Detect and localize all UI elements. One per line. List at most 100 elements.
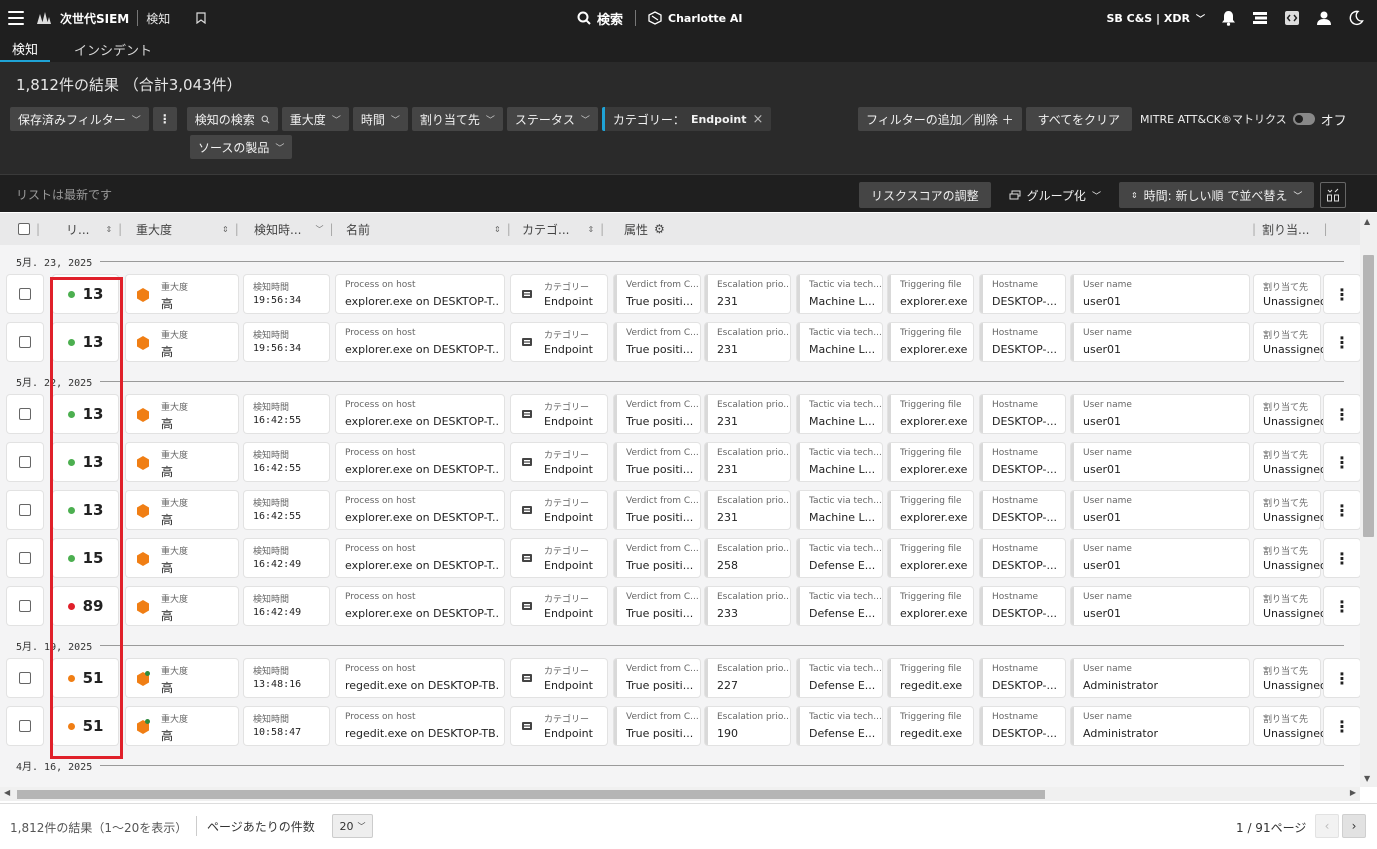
risk-score-cell[interactable]: 15 [53, 539, 118, 577]
category-cell[interactable]: カテゴリー Endpoint [511, 587, 607, 625]
row-actions-button[interactable]: ⋮ [1324, 707, 1360, 745]
tab-detections[interactable]: 検知 [0, 36, 51, 62]
table-row[interactable]: 13 重大度高 検知時間 16:42:55 Process on host explore… [0, 489, 1360, 533]
risk-score-cell[interactable]: 13 [53, 443, 118, 481]
attribute-cell-hostname[interactable]: Hostname DESKTOP-... [980, 587, 1065, 625]
scroll-thumb[interactable] [17, 790, 1045, 799]
row-checkbox[interactable] [19, 408, 31, 420]
attribute-cell-tactic[interactable]: Tactic via tech... Machine L... [797, 275, 882, 313]
scroll-down-icon[interactable]: ▼ [1364, 774, 1370, 783]
attribute-cell-escalation[interactable]: Escalation prio... 231 [705, 443, 790, 481]
assignee-cell[interactable]: 割り当て先 Unassigned [1254, 587, 1327, 625]
attribute-cell-escalation[interactable]: Escalation prio... 231 [705, 491, 790, 529]
risk-score-cell[interactable]: 13 [53, 395, 118, 433]
app-title[interactable]: 次世代SIEM [60, 10, 129, 27]
filter-assignee[interactable]: 割り当て先 ﹀ [411, 107, 503, 131]
attribute-cell-verdict[interactable]: Verdict from C... True positi... [614, 395, 700, 433]
category-cell[interactable]: カテゴリー Endpoint [511, 443, 607, 481]
assignee-cell[interactable]: 割り当て先 Unassigned [1254, 275, 1327, 313]
mitre-toggle[interactable] [1292, 113, 1315, 125]
detect-time-cell[interactable]: 検知時間 16:42:49 [244, 587, 329, 625]
attribute-cell-triggering[interactable]: Triggering file explorer.exe [888, 539, 973, 577]
filter-detection-search[interactable]: 検知の検索 [186, 107, 278, 131]
column-header-detect-time[interactable]: 検知時... ﹀ | [254, 213, 334, 245]
column-header-assignee[interactable]: | 割り当... | [1252, 213, 1328, 245]
attribute-cell-tactic[interactable]: Tactic via tech... Machine L... [797, 491, 882, 529]
severity-cell[interactable]: 重大度高 [126, 659, 238, 697]
row-select[interactable] [7, 443, 43, 481]
attribute-cell-escalation[interactable]: Escalation prio... 227 [705, 659, 790, 697]
table-row[interactable]: 89 重大度高 検知時間 16:42:49 Process on host explore… [0, 585, 1360, 629]
risk-score-cell[interactable]: 13 [53, 323, 118, 361]
row-checkbox[interactable] [19, 552, 31, 564]
row-checkbox[interactable] [19, 672, 31, 684]
horizontal-scrollbar[interactable]: ◀ ▶ [0, 787, 1360, 801]
row-actions-button[interactable]: ⋮ [1324, 443, 1360, 481]
assignee-cell[interactable]: 割り当て先 Unassigned [1254, 539, 1327, 577]
table-row[interactable]: 51 重大度高 検知時間 10:58:47 Process on host regedit… [0, 705, 1360, 749]
attribute-cell-escalation[interactable]: Escalation prio... 231 [705, 275, 790, 313]
attribute-cell-username[interactable]: User name Administrator [1071, 707, 1249, 745]
column-header-name[interactable]: 名前 ⇕ | [346, 213, 511, 245]
row-actions-button[interactable]: ⋮ [1324, 323, 1360, 361]
scroll-up-icon[interactable]: ▲ [1364, 217, 1370, 226]
filter-source-product[interactable]: ソースの製品 ﹀ [190, 135, 293, 159]
row-checkbox[interactable] [19, 456, 31, 468]
category-cell[interactable]: カテゴリー Endpoint [511, 707, 607, 745]
previous-page-button[interactable]: ‹ [1315, 814, 1339, 838]
table-row[interactable]: 13 重大度高 検知時間 16:42:55 Process on host explore… [0, 441, 1360, 485]
attribute-cell-tactic[interactable]: Tactic via tech... Defense E... [797, 539, 882, 577]
severity-cell[interactable]: 重大度高 [126, 443, 238, 481]
attribute-cell-hostname[interactable]: Hostname DESKTOP-... [980, 707, 1065, 745]
attribute-cell-triggering[interactable]: Triggering file explorer.exe [888, 275, 973, 313]
attribute-cell-username[interactable]: User name user01 [1071, 443, 1249, 481]
category-cell[interactable]: カテゴリー Endpoint [511, 659, 607, 697]
attribute-cell-hostname[interactable]: Hostname DESKTOP-... [980, 539, 1065, 577]
category-cell[interactable]: カテゴリー Endpoint [511, 323, 607, 361]
attribute-cell-tactic[interactable]: Tactic via tech... Defense E... [797, 659, 882, 697]
attribute-cell-tactic[interactable]: Tactic via tech... Machine L... [797, 395, 882, 433]
scroll-thumb[interactable] [1363, 255, 1374, 537]
filter-category-chip[interactable]: カテゴリー： Endpoint × [601, 107, 772, 131]
category-cell[interactable]: カテゴリー Endpoint [511, 539, 607, 577]
attribute-cell-verdict[interactable]: Verdict from C... True positi... [614, 323, 700, 361]
name-cell[interactable]: Process on host explorer.exe on DESKTOP-T… [336, 539, 504, 577]
attribute-cell-hostname[interactable]: Hostname DESKTOP-... [980, 491, 1065, 529]
detect-time-cell[interactable]: 検知時間 13:48:16 [244, 659, 329, 697]
attribute-cell-username[interactable]: User name user01 [1071, 491, 1249, 529]
detect-time-cell[interactable]: 検知時間 19:56:34 [244, 323, 329, 361]
close-icon[interactable]: × [752, 112, 763, 127]
gear-icon[interactable]: ⚙ [654, 222, 665, 236]
assignee-cell[interactable]: 割り当て先 Unassigned [1254, 443, 1327, 481]
attribute-cell-hostname[interactable]: Hostname DESKTOP-... [980, 323, 1065, 361]
risk-score-cell[interactable]: 51 [53, 707, 118, 745]
add-remove-filter-button[interactable]: フィルターの追加／削除 ＋ [858, 107, 1022, 131]
row-select[interactable] [7, 275, 43, 313]
detect-time-cell[interactable]: 検知時間 16:42:55 [244, 491, 329, 529]
bookmark-icon[interactable] [196, 12, 206, 24]
column-layout-button[interactable] [1320, 182, 1347, 208]
severity-cell[interactable]: 重大度高 [126, 323, 238, 361]
attribute-cell-tactic[interactable]: Tactic via tech... Defense E... [797, 707, 882, 745]
attribute-cell-verdict[interactable]: Verdict from C... True positi... [614, 491, 700, 529]
attribute-cell-username[interactable]: User name user01 [1071, 323, 1249, 361]
next-page-button[interactable]: › [1342, 814, 1366, 838]
attribute-cell-hostname[interactable]: Hostname DESKTOP-... [980, 659, 1065, 697]
row-checkbox[interactable] [19, 504, 31, 516]
table-row[interactable]: 51 重大度高 検知時間 13:48:16 Process on host regedit… [0, 657, 1360, 701]
attribute-cell-verdict[interactable]: Verdict from C... True positi... [614, 659, 700, 697]
row-select[interactable] [7, 539, 43, 577]
table-row[interactable]: 13 重大度高 検知時間 16:42:55 Process on host explore… [0, 393, 1360, 437]
attribute-cell-escalation[interactable]: Escalation prio... 190 [705, 707, 790, 745]
select-all[interactable]: | [18, 213, 40, 245]
attribute-cell-triggering[interactable]: Triggering file explorer.exe [888, 323, 973, 361]
assignee-cell[interactable]: 割り当て先 Unassigned [1254, 491, 1327, 529]
detect-time-cell[interactable]: 検知時間 10:58:47 [244, 707, 329, 745]
name-cell[interactable]: Process on host explorer.exe on DESKTOP-T… [336, 275, 504, 313]
table-row[interactable]: 13 重大度高 検知時間 19:56:34 Process on host explore… [0, 321, 1360, 365]
attribute-cell-escalation[interactable]: Escalation prio... 231 [705, 395, 790, 433]
attribute-cell-triggering[interactable]: Triggering file explorer.exe [888, 443, 973, 481]
sort-dropdown[interactable]: ⇕ 時間: 新しい順 で並べ替え ﹀ [1118, 182, 1315, 208]
row-select[interactable] [7, 395, 43, 433]
attribute-cell-triggering[interactable]: Triggering file explorer.exe [888, 587, 973, 625]
